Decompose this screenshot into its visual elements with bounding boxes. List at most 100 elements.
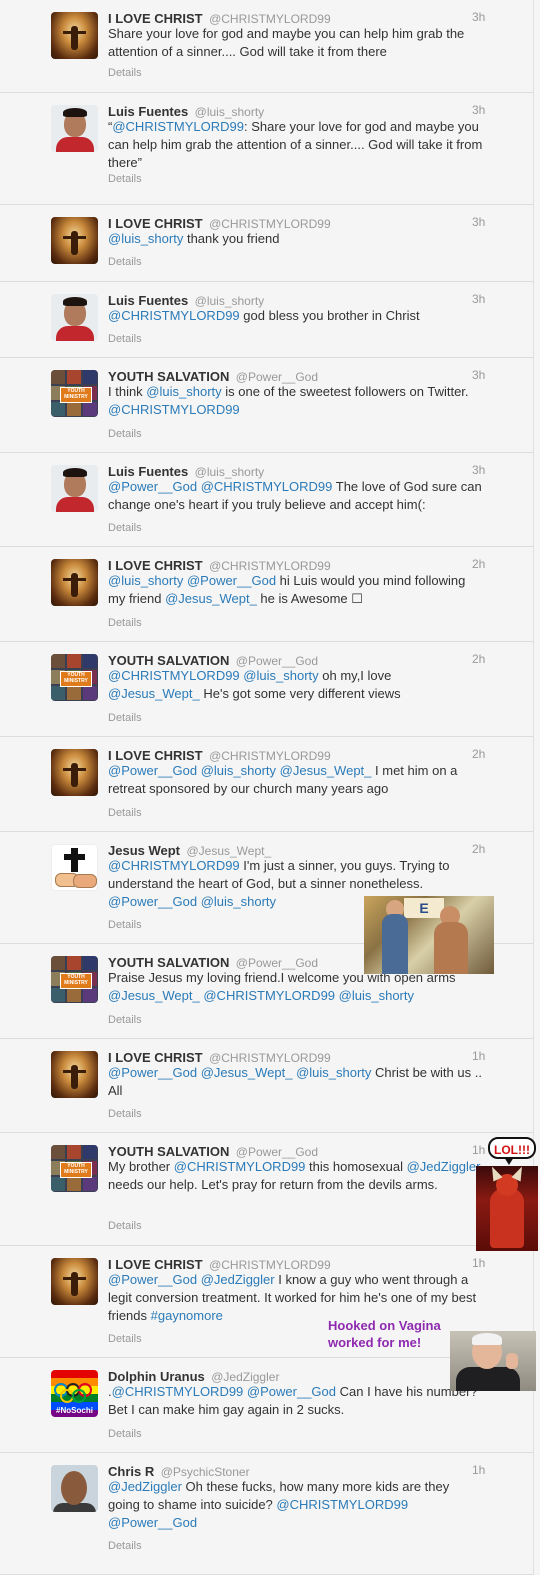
author-handle[interactable]: @Power__God bbox=[236, 1145, 318, 1159]
mention-link[interactable]: @CHRISTMYLORD99 bbox=[112, 1384, 244, 1399]
tweet-timestamp[interactable]: 1h bbox=[472, 1049, 485, 1063]
tweet-item[interactable]: I LOVE CHRIST @CHRISTMYLORD99 2h @Power__G… bbox=[0, 737, 533, 832]
mention-link[interactable]: @JedZiggler bbox=[108, 1479, 182, 1494]
tweet-timestamp[interactable]: 1h bbox=[472, 1463, 485, 1477]
avatar[interactable]: #NoSochi bbox=[51, 1370, 98, 1417]
tweet-timestamp[interactable]: 3h bbox=[472, 215, 485, 229]
tweet-item[interactable]: Luis Fuentes @luis_shorty 3h “@CHRISTMYLOR… bbox=[0, 93, 533, 205]
details-link[interactable]: Details bbox=[108, 1540, 142, 1552]
author-name[interactable]: I LOVE CHRIST bbox=[108, 558, 203, 573]
mention-link[interactable]: @CHRISTMYLORD99 bbox=[108, 308, 240, 323]
author-name[interactable]: I LOVE CHRIST bbox=[108, 11, 203, 26]
avatar[interactable] bbox=[51, 294, 98, 341]
avatar[interactable]: YOUTH MINISTRY bbox=[51, 370, 98, 417]
details-link[interactable]: Details bbox=[108, 712, 142, 724]
details-link[interactable]: Details bbox=[108, 256, 142, 268]
tweet-timestamp[interactable]: 2h bbox=[472, 747, 485, 761]
mention-link[interactable]: @Power__God bbox=[108, 1065, 197, 1080]
author-name[interactable]: YOUTH SALVATION bbox=[108, 1144, 229, 1159]
mention-link[interactable]: @Power__God bbox=[187, 573, 276, 588]
mention-link[interactable]: @luis_shorty bbox=[201, 763, 276, 778]
tweet-item[interactable]: Luis Fuentes @luis_shorty 3h @CHRISTMYLORD… bbox=[0, 282, 533, 358]
details-link[interactable]: Details bbox=[108, 333, 142, 345]
mention-link[interactable]: @JedZiggler bbox=[201, 1272, 275, 1287]
details-link[interactable]: Details bbox=[108, 522, 142, 534]
mention-link[interactable]: @Power__God bbox=[108, 479, 197, 494]
tweet-timestamp[interactable]: 1h bbox=[472, 1143, 485, 1157]
author-name[interactable]: YOUTH SALVATION bbox=[108, 955, 229, 970]
avatar[interactable] bbox=[51, 749, 98, 796]
tweet-item[interactable]: YOUTH MINISTRY YOUTH SALVATION @Power__Go… bbox=[0, 358, 533, 453]
author-handle[interactable]: @luis_shorty bbox=[195, 105, 265, 119]
author-handle[interactable]: @CHRISTMYLORD99 bbox=[209, 217, 331, 231]
author-name[interactable]: Luis Fuentes bbox=[108, 104, 188, 119]
details-link[interactable]: Details bbox=[108, 617, 142, 629]
author-handle[interactable]: @Power__God bbox=[236, 370, 318, 384]
mention-link[interactable]: @CHRISTMYLORD99 bbox=[108, 402, 240, 417]
tweet-item[interactable]: I LOVE CHRIST @CHRISTMYLORD99 2h @luis_sho… bbox=[0, 547, 533, 642]
tweet-item[interactable]: YOUTH MINISTRY YOUTH SALVATION @Power__Go… bbox=[0, 1133, 533, 1246]
mention-link[interactable]: @CHRISTMYLORD99 bbox=[201, 479, 333, 494]
author-name[interactable]: Luis Fuentes bbox=[108, 464, 188, 479]
mention-link[interactable]: @Jesus_Wept_ bbox=[201, 1065, 293, 1080]
avatar[interactable]: YOUTH MINISTRY bbox=[51, 956, 98, 1003]
author-handle[interactable]: @CHRISTMYLORD99 bbox=[209, 1051, 331, 1065]
avatar[interactable] bbox=[51, 465, 98, 512]
tweet-timestamp[interactable]: 3h bbox=[472, 368, 485, 382]
avatar[interactable] bbox=[51, 1465, 98, 1512]
mention-link[interactable]: @luis_shorty bbox=[201, 894, 276, 909]
avatar[interactable] bbox=[51, 1258, 98, 1305]
tweet-item[interactable]: I LOVE CHRIST @CHRISTMYLORD99 3h @luis_sho… bbox=[0, 205, 533, 282]
mention-link[interactable]: @JedZiggler bbox=[407, 1159, 481, 1174]
mention-link[interactable]: @Power__God bbox=[108, 894, 197, 909]
avatar[interactable]: YOUTH MINISTRY bbox=[51, 654, 98, 701]
tweet-timestamp[interactable]: 3h bbox=[472, 10, 485, 24]
mention-link[interactable]: @CHRISTMYLORD99 bbox=[174, 1159, 306, 1174]
mention-link[interactable]: @Power__God bbox=[108, 763, 197, 778]
tweet-timestamp[interactable]: 1h bbox=[472, 1256, 485, 1270]
author-handle[interactable]: @luis_shorty bbox=[195, 465, 265, 479]
mention-link[interactable]: @Power__God bbox=[247, 1384, 336, 1399]
avatar[interactable] bbox=[51, 105, 98, 152]
author-name[interactable]: I LOVE CHRIST bbox=[108, 1050, 203, 1065]
hashtag-link[interactable]: #gaynomore bbox=[151, 1308, 223, 1323]
avatar[interactable] bbox=[51, 559, 98, 606]
tweet-item[interactable]: Luis Fuentes @luis_shorty 3h @Power__God @… bbox=[0, 453, 533, 547]
author-name[interactable]: YOUTH SALVATION bbox=[108, 369, 229, 384]
tweet-timestamp[interactable]: 3h bbox=[472, 463, 485, 477]
avatar[interactable] bbox=[51, 1051, 98, 1098]
details-link[interactable]: Details bbox=[108, 1014, 142, 1026]
avatar[interactable] bbox=[51, 217, 98, 264]
author-name[interactable]: Jesus Wept bbox=[108, 843, 180, 858]
mention-link[interactable]: @Power__God bbox=[108, 1272, 197, 1287]
author-name[interactable]: YOUTH SALVATION bbox=[108, 653, 229, 668]
details-link[interactable]: Details bbox=[108, 807, 142, 819]
author-name[interactable]: I LOVE CHRIST bbox=[108, 748, 203, 763]
tweet-item[interactable]: I LOVE CHRIST @CHRISTMYLORD99 3h Share you… bbox=[0, 0, 533, 93]
avatar[interactable] bbox=[51, 12, 98, 59]
details-link[interactable]: Details bbox=[108, 919, 142, 931]
mention-link[interactable]: @CHRISTMYLORD99 bbox=[112, 119, 244, 134]
tweet-timestamp[interactable]: 3h bbox=[472, 292, 485, 306]
mention-link[interactable]: @Jesus_Wept_ bbox=[108, 686, 200, 701]
author-handle[interactable]: @Power__God bbox=[236, 654, 318, 668]
mention-link[interactable]: @CHRISTMYLORD99 bbox=[203, 988, 335, 1003]
avatar[interactable]: YOUTH MINISTRY bbox=[51, 1145, 98, 1192]
details-link[interactable]: Details bbox=[108, 1108, 142, 1120]
mention-link[interactable]: @Jesus_Wept_ bbox=[280, 763, 372, 778]
mention-link[interactable]: @luis_shorty bbox=[108, 231, 183, 246]
author-handle[interactable]: @JedZiggler bbox=[211, 1370, 279, 1384]
details-link[interactable]: Details bbox=[108, 67, 142, 79]
details-link[interactable]: Details bbox=[108, 1333, 142, 1345]
author-name[interactable]: Dolphin Uranus bbox=[108, 1369, 205, 1384]
details-link[interactable]: Details bbox=[108, 428, 142, 440]
tweet-item[interactable]: Chris R @PsychicStoner 1h @JedZiggler Oh t… bbox=[0, 1453, 533, 1575]
mention-link[interactable]: @luis_shorty bbox=[146, 384, 221, 399]
tweet-timestamp[interactable]: 3h bbox=[472, 103, 485, 117]
author-handle[interactable]: @luis_shorty bbox=[195, 294, 265, 308]
mention-link[interactable]: @luis_shorty bbox=[296, 1065, 371, 1080]
mention-link[interactable]: @CHRISTMYLORD99 bbox=[108, 858, 240, 873]
avatar[interactable] bbox=[51, 844, 98, 891]
tweet-timestamp[interactable]: 2h bbox=[472, 652, 485, 666]
details-link[interactable]: Details bbox=[108, 1428, 142, 1440]
